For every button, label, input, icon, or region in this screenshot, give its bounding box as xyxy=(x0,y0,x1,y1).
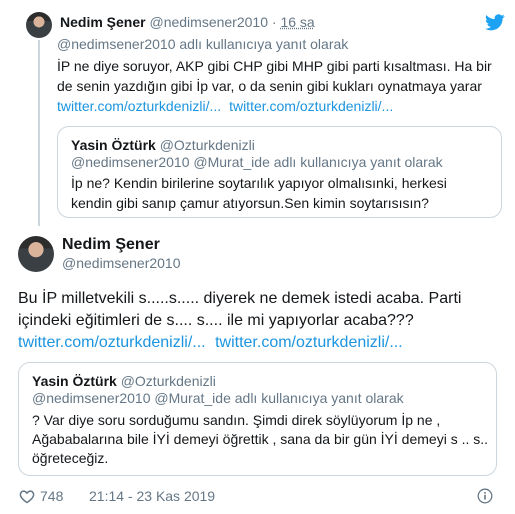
reply-context[interactable]: @nedimsener2010 adlı kullanıcıya yanıt o… xyxy=(57,36,348,52)
author-name[interactable]: Nedim Şener xyxy=(60,14,146,30)
reply-header: Nedim Şener @nedimsener2010 · 16 sa xyxy=(60,14,315,30)
author-name[interactable]: Nedim Şener xyxy=(62,236,160,254)
quoted-tweet[interactable]: Yasin Öztürk @Ozturkdenizli @nedimsener2… xyxy=(18,362,497,476)
quoted-text-line: ? Var diye soru sorduğumu sandın. Şimdi … xyxy=(32,412,441,428)
heart-icon[interactable] xyxy=(19,489,35,504)
quoted-tweet[interactable]: Yasin Öztürk @Ozturkdenizli @nedimsener2… xyxy=(57,126,502,218)
quoted-author-handle: @Ozturkdenizli xyxy=(159,137,255,153)
quoted-text-line: İp ne? Kendin birilerine soytarılık yapı… xyxy=(71,175,447,191)
twitter-bird-icon[interactable] xyxy=(485,14,505,31)
tweet-text-line: Bu İP milletvekili s.....s..... diyerek … xyxy=(18,290,462,307)
avatar[interactable] xyxy=(26,12,52,38)
link[interactable]: twitter.com/ozturkdenizli/... xyxy=(215,334,403,351)
like-count[interactable]: 748 xyxy=(40,488,63,504)
quoted-text-line: kendin gibi sanıp çamur atıyorsun.Sen ki… xyxy=(71,195,429,211)
thread-line xyxy=(38,40,40,226)
info-icon[interactable] xyxy=(477,488,493,504)
quoted-reply-context: @nedimsener2010 @Murat_ide adlı kullanıc… xyxy=(71,154,443,170)
quoted-text-line: Ağababalarına bile İYİ demeyi öğrettik ,… xyxy=(32,431,489,447)
author-handle[interactable]: @nedimsener2010 xyxy=(62,255,181,271)
quoted-author-name: Yasin Öztürk xyxy=(71,137,156,153)
tweet-links: twitter.com/ozturkdenizli/... twitter.co… xyxy=(18,332,461,354)
tweet-text-line: içindeki eğitimleri de s.... s.... ile m… xyxy=(18,312,414,329)
quoted-header: Yasin Öztürk @Ozturkdenizli xyxy=(32,373,216,389)
quoted-author-name: Yasin Öztürk xyxy=(32,373,117,389)
reply-text-line: de senin yazdığın gibi İp var, o da seni… xyxy=(57,78,482,94)
tweet-text: Bu İP milletvekili s.....s..... diyerek … xyxy=(18,288,461,354)
link[interactable]: twitter.com/ozturkdenizli/... xyxy=(57,98,221,114)
tweet-footer: 748 21:14 - 23 Kas 2019 xyxy=(18,486,498,506)
quoted-text: İp ne? Kendin birilerine soytarılık yapı… xyxy=(71,173,447,213)
tweet-timestamp[interactable]: 21:14 - 23 Kas 2019 xyxy=(89,488,215,504)
quoted-header: Yasin Öztürk @Ozturkdenizli xyxy=(71,137,255,153)
reply-text: İP ne diye soruyor, AKP gibi CHP gibi MH… xyxy=(57,56,492,116)
quoted-text-line: öğreteceğiz. xyxy=(32,450,109,466)
quoted-reply-context: @nedimsener2010 @Murat_ide adlı kullanıc… xyxy=(32,390,404,406)
reply-text-line: İP ne diye soruyor, AKP gibi CHP gibi MH… xyxy=(57,58,492,74)
link[interactable]: twitter.com/ozturkdenizli/... xyxy=(18,334,206,351)
tweet-time[interactable]: 16 sa xyxy=(280,14,314,30)
quoted-text: ? Var diye soru sorduğumu sandın. Şimdi … xyxy=(32,411,488,468)
separator-dot: · xyxy=(271,14,277,30)
link[interactable]: twitter.com/ozturkdenizli/... xyxy=(229,98,393,114)
quoted-author-handle: @Ozturkdenizli xyxy=(120,373,216,389)
avatar[interactable] xyxy=(18,236,54,272)
reply-links: twitter.com/ozturkdenizli/... twitter.co… xyxy=(57,96,492,116)
author-handle[interactable]: @nedimsener2010 xyxy=(149,14,268,30)
